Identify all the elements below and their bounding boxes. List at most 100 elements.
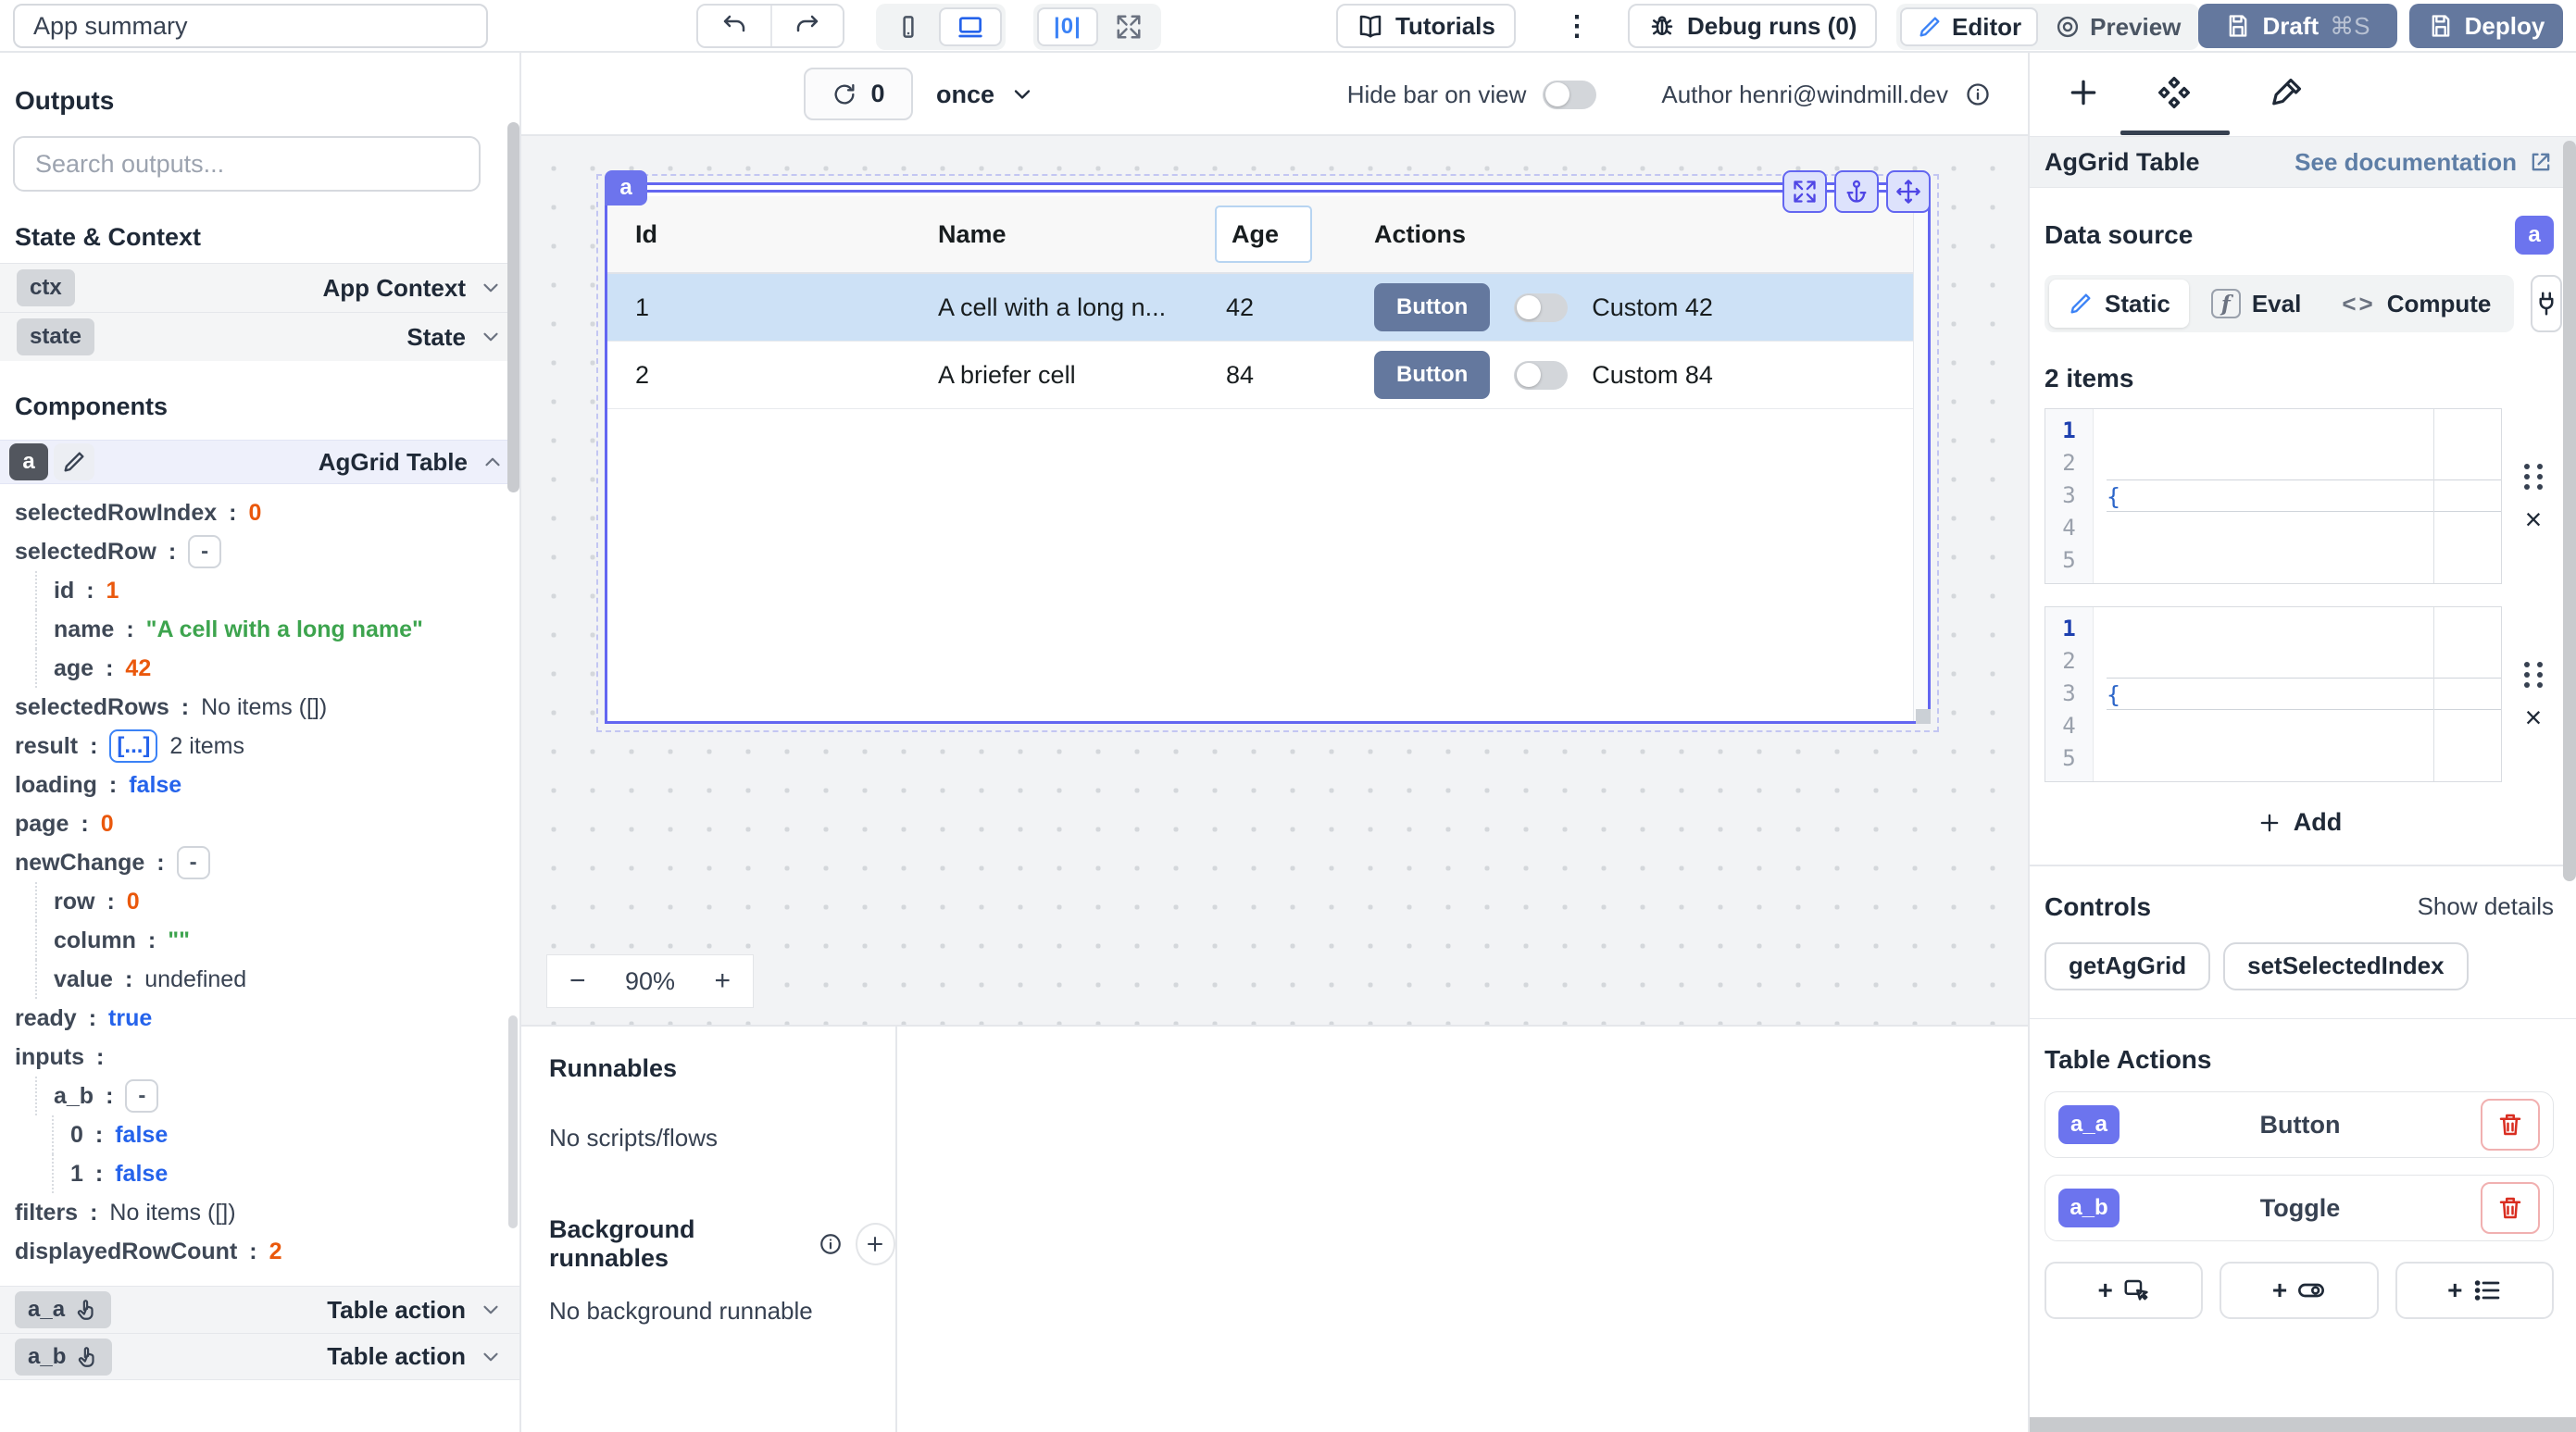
column-header-actions[interactable]: Actions — [1344, 220, 1913, 249]
column-header-age[interactable]: Age — [1198, 220, 1344, 249]
table-action-row-a-a[interactable]: a_a Table action — [0, 1286, 519, 1333]
more-menu-button[interactable]: ⋮ — [1554, 4, 1600, 48]
edit-id-icon[interactable] — [54, 443, 94, 480]
tab-styling[interactable] — [2261, 53, 2313, 132]
refresh-button[interactable]: 0 — [804, 68, 913, 120]
panel-scrollbar[interactable] — [2563, 141, 2576, 881]
zoom-in-button[interactable]: + — [714, 965, 731, 997]
undo-button[interactable] — [698, 6, 770, 46]
output-prop-row[interactable]: row : 0 — [35, 882, 519, 921]
output-prop-row[interactable]: id : 1 — [35, 571, 519, 610]
preview-tab[interactable]: Preview — [2040, 7, 2195, 46]
sidebar-scrollbar[interactable] — [507, 122, 519, 492]
output-prop-row[interactable]: result : [...] 2 items — [15, 727, 519, 766]
output-prop-row[interactable]: selectedRowIndex : 0 — [15, 493, 519, 532]
panel-horizontal-scrollbar[interactable] — [2030, 1417, 2576, 1432]
output-prop-row[interactable]: displayedRowCount : 2 — [15, 1232, 519, 1271]
drag-handle-icon[interactable] — [2524, 662, 2530, 667]
output-prop-row[interactable]: filters : No items ([]) — [15, 1193, 519, 1232]
desktop-view-button[interactable] — [939, 7, 1002, 46]
ctx-row[interactable]: ctx App Context — [0, 263, 519, 312]
delete-item-icon[interactable]: × — [2525, 708, 2543, 727]
code-editor[interactable]: 12345 { "id": 1, "name": "A cell with a … — [2045, 408, 2502, 584]
see-documentation-link[interactable]: See documentation — [2295, 148, 2554, 177]
info-icon[interactable] — [1965, 81, 1991, 107]
prop-expand-box[interactable]: [...] — [109, 729, 157, 763]
mode-static-button[interactable]: Static — [2049, 280, 2189, 328]
add-button-action-button[interactable]: + — [2045, 1262, 2203, 1319]
add-toggle-action-button[interactable]: + — [2220, 1262, 2378, 1319]
table-row[interactable]: 1 A cell with a long n... 42 Button Cust… — [607, 274, 1913, 342]
connect-plug-button[interactable] — [2531, 275, 2562, 332]
component-id-tag[interactable]: a — [605, 170, 647, 205]
delete-action-button[interactable] — [2481, 1182, 2540, 1234]
table-action-card[interactable]: a_b Toggle — [2045, 1175, 2554, 1241]
output-prop-row[interactable]: 1 : false — [52, 1154, 519, 1193]
expand-component-button[interactable] — [1782, 170, 1827, 213]
control-getaggrid-button[interactable]: getAgGrid — [2045, 942, 2210, 990]
app-canvas[interactable]: a Id Name Age Actions 1 A cell with a lo… — [521, 136, 2028, 1025]
output-prop-row[interactable]: a_b : - — [35, 1077, 519, 1115]
zoom-out-button[interactable]: − — [569, 965, 586, 997]
output-prop-row[interactable]: selectedRow : - — [15, 532, 519, 571]
data-source-id-chip[interactable]: a — [2515, 216, 2554, 255]
output-prop-row[interactable]: ready : true — [15, 999, 519, 1038]
drag-handle-icon[interactable] — [2524, 464, 2530, 469]
center-align-button[interactable]: |0| — [1037, 7, 1098, 46]
table-row[interactable]: 2 A briefer cell 84 Button Custom 84 — [607, 342, 1913, 409]
output-prop-row[interactable]: value : undefined — [35, 960, 519, 999]
row-action-toggle[interactable] — [1514, 293, 1568, 322]
action-id-badge[interactable]: a_b — [2058, 1189, 2120, 1227]
mobile-view-button[interactable] — [880, 7, 937, 46]
debug-runs-button[interactable]: Debug runs (0) — [1628, 4, 1877, 48]
add-select-action-button[interactable]: + — [2395, 1262, 2554, 1319]
aggrid-component[interactable]: a Id Name Age Actions 1 A cell with a lo… — [605, 182, 1931, 724]
draft-button[interactable]: Draft ⌘S — [2198, 4, 2397, 48]
action-id-badge[interactable]: a_a — [2058, 1105, 2120, 1144]
mode-compute-button[interactable]: <> Compute — [2323, 280, 2509, 328]
editor-tab[interactable]: Editor — [1900, 7, 2038, 46]
fullwidth-button[interactable] — [1100, 7, 1157, 46]
mode-eval-button[interactable]: f Eval — [2193, 280, 2320, 328]
prop-expand-box[interactable]: - — [177, 846, 210, 879]
delete-item-icon[interactable]: × — [2525, 510, 2543, 529]
anchor-component-button[interactable] — [1834, 170, 1879, 213]
show-details-link[interactable]: Show details — [2418, 892, 2554, 921]
row-action-button[interactable]: Button — [1374, 351, 1490, 399]
info-icon[interactable] — [819, 1232, 843, 1256]
state-row[interactable]: state State — [0, 312, 519, 361]
prop-expand-box[interactable]: - — [188, 535, 221, 568]
app-summary-input[interactable] — [13, 4, 488, 48]
output-prop-row[interactable]: loading : false — [15, 766, 519, 804]
table-scrollbar-track[interactable] — [1913, 196, 1928, 721]
add-background-runnable-button[interactable] — [856, 1223, 896, 1265]
output-prop-row[interactable]: newChange : - — [15, 843, 519, 882]
output-prop-row[interactable]: name : "A cell with a long name" — [35, 610, 519, 649]
add-item-button[interactable]: Add — [2257, 808, 2342, 837]
tab-component-settings[interactable] — [2148, 53, 2200, 132]
tutorials-button[interactable]: Tutorials — [1336, 4, 1516, 48]
hide-bar-toggle[interactable] — [1543, 81, 1596, 109]
output-prop-row[interactable]: inputs : — [15, 1038, 519, 1077]
move-component-button[interactable] — [1886, 170, 1931, 213]
column-header-name[interactable]: Name — [910, 220, 1198, 249]
deploy-button[interactable]: Deploy — [2409, 4, 2563, 48]
code-editor[interactable]: 12345 { "id": 2, "name": "A briefer cell… — [2045, 606, 2502, 782]
output-tree-scrollbar[interactable] — [508, 1015, 518, 1228]
prop-expand-box[interactable]: - — [125, 1079, 158, 1113]
table-action-card[interactable]: a_a Button — [2045, 1091, 2554, 1158]
table-action-row-a-b[interactable]: a_b Table action — [0, 1333, 519, 1380]
redo-button[interactable] — [770, 6, 843, 46]
row-action-button[interactable]: Button — [1374, 283, 1490, 331]
tab-insert[interactable] — [2057, 53, 2109, 132]
row-action-toggle[interactable] — [1514, 361, 1568, 390]
output-prop-row[interactable]: age : 42 — [35, 649, 519, 688]
component-outputs-header[interactable]: a AgGrid Table — [0, 440, 519, 484]
run-mode-select[interactable]: once — [936, 53, 1035, 136]
output-prop-row[interactable]: selectedRows : No items ([]) — [15, 688, 519, 727]
output-prop-row[interactable]: 0 : false — [52, 1115, 519, 1154]
output-prop-row[interactable]: page : 0 — [15, 804, 519, 843]
search-outputs-input[interactable] — [13, 136, 481, 192]
column-header-id[interactable]: Id — [607, 220, 910, 249]
output-prop-row[interactable]: column : "" — [35, 921, 519, 960]
